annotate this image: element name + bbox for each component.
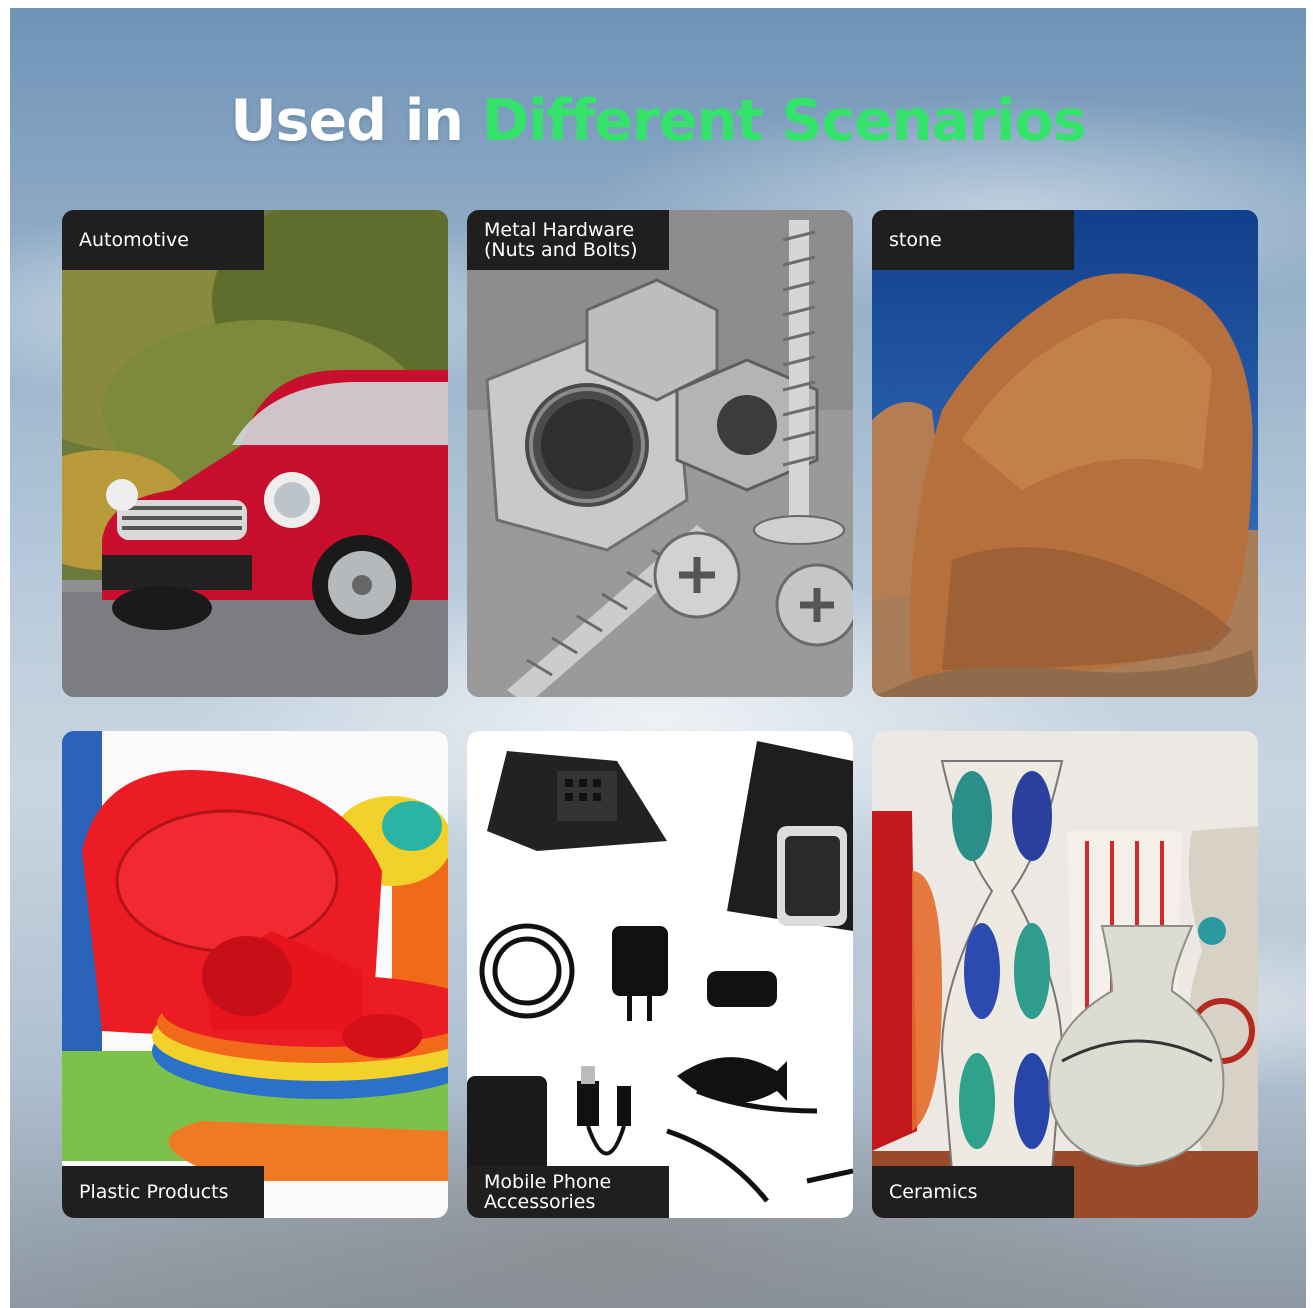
ceramic-vases-image [872, 731, 1258, 1218]
boulder-rock-image [872, 210, 1258, 697]
scenario-card-stone: stone [872, 210, 1258, 697]
plastic-tableware-image [62, 731, 448, 1218]
phone-accessories-image [467, 731, 853, 1218]
red-car-image [62, 210, 448, 697]
page-heading: Used in Different Scenarios [10, 86, 1306, 156]
scenario-card-plastic-products: Plastic Products [62, 731, 448, 1218]
background-sky: Used in Different Scenarios Automotive M… [10, 8, 1306, 1308]
heading-white-text: Used in [230, 88, 464, 154]
scenario-card-metal-hardware: Metal Hardware (Nuts and Bolts) [467, 210, 853, 697]
nuts-and-bolts-image [467, 210, 853, 697]
scenario-card-ceramics: Ceramics [872, 731, 1258, 1218]
scenario-label: Metal Hardware (Nuts and Bolts) [467, 210, 669, 270]
scenario-label: Ceramics [872, 1166, 1074, 1218]
scenario-label: Plastic Products [62, 1166, 264, 1218]
scenario-label: Mobile Phone Accessories [467, 1166, 669, 1218]
scenario-label: Automotive [62, 210, 264, 270]
scenario-label: stone [872, 210, 1074, 270]
heading-green-text: Different Scenarios [481, 88, 1087, 154]
scenario-card-automotive: Automotive [62, 210, 448, 697]
scenario-card-mobile-accessories: Mobile Phone Accessories [467, 731, 853, 1218]
